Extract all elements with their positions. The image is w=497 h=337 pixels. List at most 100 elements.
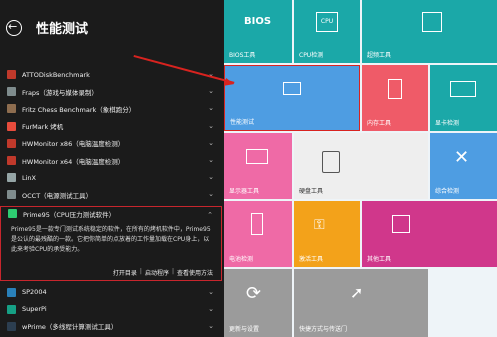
tile-overclock[interactable]: 超频工具	[362, 0, 497, 63]
monitor-icon	[283, 82, 301, 95]
tile-label: 超频工具	[367, 52, 392, 59]
list-item-label: OCCT（电源测试工具）	[22, 191, 93, 200]
app-icon	[7, 287, 16, 297]
tile-cpu[interactable]: CPU CPU检测	[294, 0, 360, 63]
display-icon	[246, 149, 268, 164]
list-item-label: SP2004	[22, 288, 47, 297]
header: ← 性能测试	[0, 0, 222, 60]
chevron-down-icon[interactable]: ⌄	[208, 305, 214, 313]
list-item[interactable]: HWMonitor x64（电脑温度检测） ⌄	[0, 152, 222, 169]
tile-label: 激活工具	[299, 256, 324, 263]
app-icon	[7, 121, 16, 131]
share-icon: ➚	[350, 283, 364, 302]
app-icon	[8, 209, 17, 218]
tile-label: 显卡检测	[435, 120, 460, 127]
tile-shortcut[interactable]: ➚ 快捷方式与传送门	[294, 269, 428, 337]
chevron-down-icon[interactable]: ⌄	[208, 139, 214, 147]
list-item[interactable]: ATTODiskBenchmark ⌄	[0, 66, 222, 83]
chevron-down-icon[interactable]: ⌄	[208, 156, 214, 164]
tool-list: ATTODiskBenchmark ⌄ Fraps（游戏与媒体录制） ⌄ Fritz…	[0, 66, 222, 335]
chevron-down-icon[interactable]: ⌄	[208, 104, 214, 112]
launch-program-link[interactable]: 启动程序	[145, 268, 169, 277]
tile-label: CPU检测	[299, 52, 324, 59]
app-icon	[7, 173, 16, 183]
tile-label: 显示器工具	[229, 188, 260, 195]
tile-gpu[interactable]: 显卡检测	[430, 65, 497, 131]
list-item-label: HWMonitor x86（电脑温度检测）	[22, 140, 125, 149]
tile-label: 电池检测	[229, 256, 254, 263]
open-folder-link[interactable]: 打开目录	[113, 268, 137, 277]
list-item[interactable]: LinX ⌄	[0, 169, 222, 186]
tile-label: 更新与设置	[229, 326, 260, 333]
tile-label: 性能测试	[230, 119, 255, 126]
tile-label: 其他工具	[367, 256, 392, 263]
tile-disk[interactable]: 硬盘工具	[294, 133, 428, 199]
page-title: 性能测试	[36, 22, 89, 37]
list-item[interactable]: Fraps（游戏与媒体录制） ⌄	[0, 83, 222, 100]
chevron-down-icon[interactable]: ⌄	[208, 322, 214, 330]
list-item-label: FurMark 烤机	[22, 123, 64, 132]
list-item-label: wPrime（多线程计算测试工具）	[22, 323, 118, 332]
app-icon	[7, 304, 16, 314]
list-item[interactable]: wPrime（多线程计算测试工具） ⌄	[0, 318, 222, 335]
toolbox-icon	[392, 215, 410, 233]
hard-disk-icon	[322, 151, 340, 173]
app-icon	[7, 321, 16, 331]
list-item-label: ATTODiskBenchmark	[22, 70, 90, 79]
app-icon	[7, 138, 16, 148]
app-icon	[7, 190, 16, 200]
description-text: Prime95是一款专门测试系统稳定的软件，在所有的烤机软件中，Prime95是…	[11, 225, 211, 253]
list-item[interactable]: SP2004 ⌄	[0, 284, 222, 301]
tile-bios[interactable]: BIOS BIOS工具	[224, 0, 292, 63]
tile-grid: BIOS BIOS工具 CPU CPU检测 超频工具 性能测试 内存工具 显卡检…	[224, 0, 497, 337]
chevron-up-icon[interactable]: ⌃	[207, 211, 213, 219]
tools-icon: ✕	[454, 147, 470, 168]
cpu-icon: CPU	[316, 12, 338, 32]
bios-icon: BIOS	[244, 16, 272, 27]
app-icon	[7, 87, 16, 97]
list-item-label: Fritz Chess Benchmark（象棋跑分）	[22, 105, 136, 114]
back-arrow-icon: ←	[8, 20, 18, 33]
list-item[interactable]: SuperPi ⌄	[0, 301, 222, 318]
tile-performance-test[interactable]: 性能测试	[224, 65, 360, 131]
list-item[interactable]: Fritz Chess Benchmark（象棋跑分） ⌄	[0, 100, 222, 117]
list-item-label: Prime95（CPU压力测试软件）	[23, 210, 116, 219]
app-icon	[7, 104, 16, 114]
tile-other[interactable]: 其他工具	[362, 201, 497, 267]
tile-activate[interactable]: ⚿ 激活工具	[294, 201, 360, 267]
list-item-label: Fraps（游戏与媒体录制）	[22, 88, 98, 97]
list-item[interactable]: OCCT（电源测试工具） ⌄	[0, 186, 222, 203]
tile-display[interactable]: 显示器工具	[224, 133, 292, 199]
left-panel: ← 性能测试 ATTODiskBenchmark ⌄ Fraps（游戏与媒体录制）…	[0, 0, 222, 337]
tile-label: 硬盘工具	[299, 188, 324, 195]
chevron-down-icon[interactable]: ⌄	[208, 87, 214, 95]
divider: |	[171, 267, 174, 275]
tile-update[interactable]: ⟳ 更新与设置	[224, 269, 292, 337]
tile-misc[interactable]: ✕ 综合检测	[430, 133, 497, 199]
chevron-down-icon[interactable]: ⌄	[208, 190, 214, 198]
item-description: Prime95是一款专门测试系统稳定的软件，在所有的烤机软件中，Prime95是…	[0, 220, 222, 281]
tile-memory[interactable]: 内存工具	[362, 65, 428, 131]
list-item[interactable]: FurMark 烤机 ⌄	[0, 118, 222, 135]
tile-label: 内存工具	[367, 120, 392, 127]
list-item[interactable]: HWMonitor x86（电脑温度检测） ⌄	[0, 135, 222, 152]
tile-blank	[430, 269, 497, 337]
view-usage-link[interactable]: 查看使用方法	[177, 268, 213, 277]
app-icon	[7, 156, 16, 166]
memory-card-icon	[388, 79, 402, 99]
key-icon: ⚿	[314, 217, 325, 233]
list-item-expanded[interactable]: Prime95（CPU压力测试软件） ⌃	[0, 205, 222, 221]
tile-label: 快捷方式与传送门	[299, 326, 348, 333]
refresh-icon: ⟳	[246, 283, 262, 304]
chevron-down-icon[interactable]: ⌄	[208, 173, 214, 181]
list-item-label: LinX	[22, 173, 36, 182]
graphics-card-icon	[450, 81, 476, 97]
back-button[interactable]: ←	[6, 20, 22, 36]
tile-battery[interactable]: 电池检测	[224, 201, 292, 267]
tile-label: BIOS工具	[229, 52, 256, 59]
app-icon	[7, 70, 16, 80]
list-item-label: HWMonitor x64（电脑温度检测）	[22, 157, 125, 166]
chevron-down-icon[interactable]: ⌄	[208, 122, 214, 130]
item-actions: 打开目录 | 启动程序 | 查看使用方法	[113, 268, 213, 277]
chevron-down-icon[interactable]: ⌄	[208, 288, 214, 296]
